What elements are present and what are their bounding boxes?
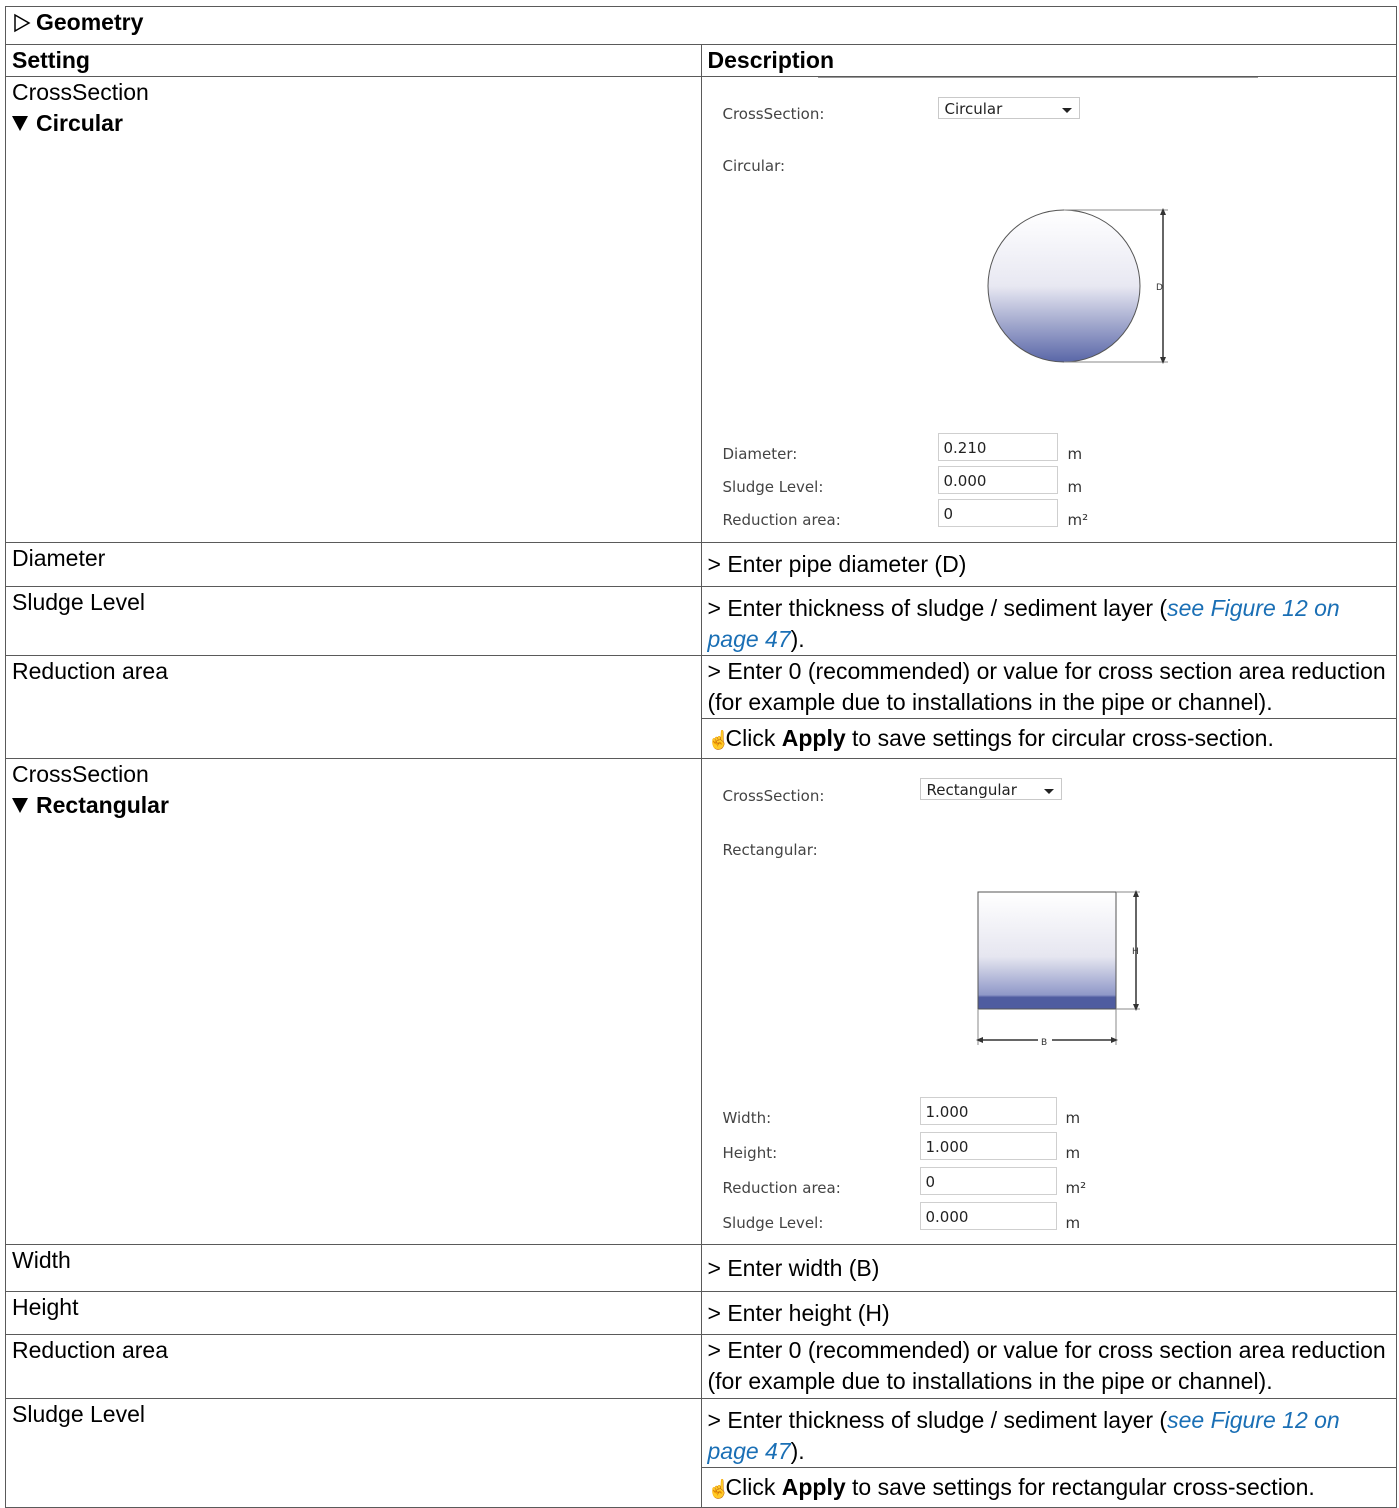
- setting-diameter: Diameter: [5, 542, 702, 587]
- cross-section-label: CrossSection:: [722, 105, 825, 123]
- chevron-down-icon: [1043, 789, 1054, 794]
- chevron-down-icon: [1061, 108, 1072, 113]
- width-input[interactable]: 1.000: [919, 1097, 1057, 1125]
- dropdown-triangle-icon: [12, 798, 28, 813]
- desc-diameter: > Enter pipe diameter (D): [700, 542, 1397, 587]
- desc-width: > Enter width (B): [700, 1244, 1397, 1292]
- rectangular-setting-label: CrossSection: [12, 761, 149, 787]
- circular-setting-value: Circular: [12, 108, 701, 139]
- column-header-description: Description: [700, 44, 1397, 77]
- cross-section-label: CrossSection:: [722, 787, 825, 805]
- desc-sludge-level: > Enter thickness of sludge / sediment l…: [700, 586, 1397, 656]
- collapse-triangle-icon[interactable]: [12, 13, 32, 33]
- cross-section-select[interactable]: Rectangular: [919, 778, 1062, 800]
- apply-note-circular: ☝Click Apply to save settings for circul…: [700, 718, 1397, 759]
- divider: [817, 77, 1258, 78]
- desc-reduction-area: > Enter 0 (recommended) or value for cro…: [700, 1334, 1397, 1399]
- circle-diagram: D: [987, 208, 1168, 364]
- geometry-table: Geometry Setting Description CrossSectio…: [5, 6, 1397, 1508]
- hand-pointer-icon: ☝: [707, 730, 730, 750]
- dropdown-triangle-icon: [12, 116, 28, 131]
- section-title: Geometry: [36, 9, 144, 35]
- field-label: Diameter:: [722, 445, 798, 463]
- rectangular-config-panel: CrossSection: Rectangular Rectangular: H…: [708, 759, 1397, 1244]
- cross-section-select[interactable]: Circular: [937, 97, 1080, 119]
- reduction-area-input[interactable]: 0: [937, 499, 1058, 527]
- unit-label: m: [1065, 1214, 1081, 1232]
- rectangular-panel-cell: CrossSection: Rectangular Rectangular: H…: [700, 758, 1397, 1245]
- unit-label: m²: [1065, 1179, 1087, 1197]
- desc-sludge-level: > Enter thickness of sludge / sediment l…: [700, 1398, 1397, 1468]
- height-input[interactable]: 1.000: [919, 1132, 1057, 1160]
- circular-config-panel: CrossSection: Circular Circular: D Diame…: [708, 77, 1397, 542]
- reduction-area-input[interactable]: 0: [919, 1167, 1057, 1195]
- dimension-label-b: B: [1041, 1038, 1047, 1048]
- dimension-label-d: D: [1156, 283, 1163, 293]
- field-label: Height:: [722, 1144, 778, 1162]
- desc-height: > Enter height (H): [700, 1291, 1397, 1335]
- unit-label: m: [1065, 1144, 1081, 1162]
- rectangular-setting-value: Rectangular: [12, 790, 701, 821]
- setting-reduction-area: Reduction area: [5, 1334, 702, 1399]
- rectangle-diagram: H B: [975, 890, 1140, 1048]
- unit-label: m: [1067, 478, 1083, 496]
- desc-reduction-area: > Enter 0 (recommended) or value for cro…: [700, 655, 1397, 719]
- circular-panel-cell: CrossSection: Circular Circular: D Diame…: [700, 76, 1397, 543]
- field-label: Width:: [722, 1109, 772, 1127]
- unit-label: m²: [1067, 511, 1089, 529]
- hand-pointer-icon: ☝: [707, 1479, 730, 1499]
- field-label: Reduction area:: [722, 511, 841, 529]
- field-label: Sludge Level:: [722, 478, 824, 496]
- setting-height: Height: [5, 1291, 702, 1335]
- setting-sludge-level: Sludge Level: [5, 586, 702, 656]
- circular-setting-label: CrossSection: [12, 79, 149, 105]
- rectangular-setting-cell: CrossSection Rectangular: [5, 758, 702, 1245]
- field-label: Sludge Level:: [722, 1214, 824, 1232]
- setting-sludge-level: Sludge Level: [5, 1398, 702, 1508]
- sludge-level-input[interactable]: 0.000: [937, 466, 1058, 494]
- column-header-setting: Setting: [5, 44, 702, 77]
- section-header: Geometry: [5, 6, 1397, 45]
- setting-width: Width: [5, 1244, 702, 1292]
- unit-label: m: [1065, 1109, 1081, 1127]
- apply-label: Apply: [781, 725, 846, 751]
- circular-setting-cell: CrossSection Circular: [5, 76, 702, 543]
- field-label: Reduction area:: [722, 1179, 841, 1197]
- shape-title: Rectangular:: [722, 841, 818, 859]
- apply-note-rectangular: ☝Click Apply to save settings for rectan…: [700, 1467, 1397, 1508]
- sludge-level-input[interactable]: 0.000: [919, 1202, 1057, 1230]
- diameter-input[interactable]: 0.210: [937, 433, 1058, 461]
- apply-label: Apply: [781, 1474, 846, 1500]
- setting-reduction-area: Reduction area: [5, 655, 702, 759]
- dimension-label-h: H: [1132, 947, 1139, 957]
- unit-label: m: [1067, 445, 1083, 463]
- shape-title: Circular:: [722, 157, 786, 175]
